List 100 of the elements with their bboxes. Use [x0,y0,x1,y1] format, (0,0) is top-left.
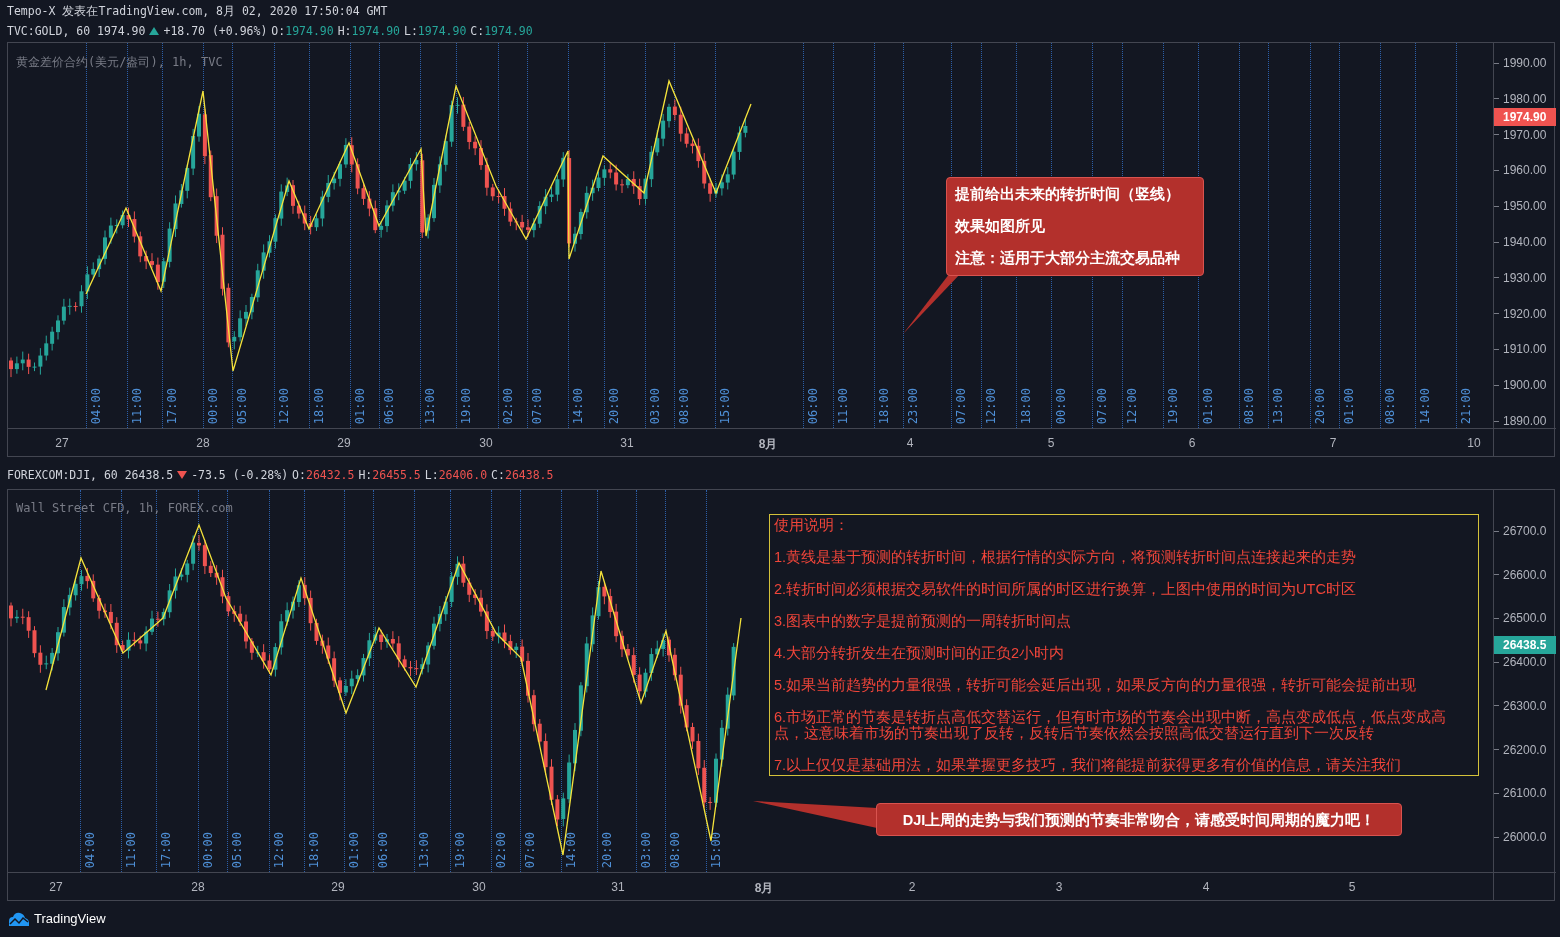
time-label: 20:00 [599,831,614,868]
instruction-text: 5.如果当前趋势的力量很强，转折可能会延后出现，如果反方向的力量很强，转折可能会提前出现 [774,677,1418,693]
price-label: 1940.00 [1494,235,1547,249]
ohlc-label: C: [470,23,485,40]
callout-text: 提前给出未来的转折时间（竖线） [955,185,1181,204]
date-label: 28 [196,436,210,450]
date-label: 8月 [754,880,774,897]
callout-text: 注意：适用于大部分主流交易品种 [955,249,1181,268]
symbol-text: TVC:GOLD, 60 1974.90 [7,23,146,40]
ohlc-value: 1974.90 [351,23,400,40]
price-label: 1900.00 [1494,378,1547,393]
price-label: 26100.0 [1494,786,1547,801]
time-label: 19:00 [458,387,473,424]
ohlc-value: 1974.90 [417,23,467,40]
date-label: 4 [1202,880,1210,894]
price-label: 26700.0 [1494,524,1547,538]
date-label: 8月 [758,436,778,453]
time-label: 18:00 [1018,387,1033,424]
time-label: 13:00 [423,387,438,424]
instruction-text: 7.以上仅仅是基础用法，如果掌握更多技巧，我们将能提前获得更多有价值的信息，请关注我们 [774,757,1403,773]
date-label: 5 [1047,436,1055,450]
chart-title: 黄金差价合约(美元/盎司), 1h, TVC [16,54,223,71]
instruction-text: 1.黄线是基于预测的转折时间，根据行情的实际方向，将预测转折时间点连接起来的走势 [774,549,1358,565]
time-label: 17:00 [164,387,179,424]
time-label: 13:00 [417,831,432,868]
date-label: 7 [1329,436,1337,450]
time-label: 07:00 [523,831,538,868]
ohlc-label: H: [337,23,352,40]
callout-text: 效果如图所见 [955,217,1046,236]
chart-title: Wall Street CFD, 1h, FOREX.com [16,501,233,515]
price-label: 26400.0 [1494,655,1547,670]
time-label: 04:00 [88,387,103,424]
ohlc-label: L: [424,467,439,484]
time-label: 03:00 [647,387,662,424]
price-label: 26200.0 [1494,742,1547,757]
price-label: 26500.0 [1494,611,1547,626]
date-label: 31 [611,880,625,894]
date-label: 29 [331,880,345,894]
time-label: 06:00 [376,831,391,868]
time-label: 06:00 [382,387,397,424]
price-label: 1980.00 [1494,91,1547,106]
time-label: 12:00 [983,387,998,424]
time-label: 01:00 [1200,387,1215,424]
price-label: 1970.00 [1494,127,1547,142]
instruction-text: 6.市场正常的节奏是转折点高低交替运行，但有时市场的节奏会出现中断，高点变成低点，低点变成高点，这意味着市场的节奏出现了反转，反转后节奏依然会按照高低交替运行直到下一次反转 [774,709,1448,741]
date-label: 3 [1055,880,1063,894]
time-label: 20:00 [1312,387,1327,424]
date-label: 31 [620,436,634,450]
date-label: 5 [1348,880,1356,894]
time-label: 04:00 [82,831,97,868]
instruction-text: 3.图表中的数字是提前预测的一周转折时间点 [774,613,1073,629]
last-price-tag: 26438.5 [1494,636,1556,655]
time-label: 00:00 [206,387,220,424]
time-label: 07:00 [530,387,545,424]
time-label: 14:00 [571,387,586,424]
date-label: 6 [1188,436,1196,450]
date-label: 2 [908,880,916,894]
time-label: 00:00 [201,831,215,868]
ohlc-label: O: [292,467,306,484]
time-label: 18:00 [311,387,326,424]
time-label: 12:00 [1124,387,1139,424]
ohlc-label: H: [358,467,373,484]
change-text: +18.70 (+0.96%) [163,23,268,40]
time-label: 17:00 [158,831,173,868]
time-label: 08:00 [677,387,691,424]
time-label: 07:00 [1095,387,1110,424]
ohlc-value: 26438.5 [504,467,554,484]
time-label: 01:00 [1341,387,1356,424]
time-label: 08:00 [668,831,682,868]
time-label: 15:00 [709,831,724,868]
instructions-title: 使用说明： [774,517,850,533]
price-label: 26000.0 [1494,830,1547,844]
ohlc-label: C: [491,467,505,484]
symbol-text: FOREXCOM:DJI, 60 26438.5 [7,467,174,484]
time-label: 20:00 [606,387,621,424]
time-label: 07:00 [954,387,969,424]
time-label: 18:00 [306,831,321,868]
price-label: 26300.0 [1494,698,1547,713]
byline-text: Tempo-X 发表在TradingView.com, 8月 02, 2020 17:50:04 GMT [7,3,389,20]
time-label: 06:00 [806,387,821,424]
time-label: 23:00 [906,387,921,424]
time-label: 02:00 [500,387,515,424]
ohlc-label: O: [271,23,286,40]
callout-text: DJI上周的走势与我们预测的节奏非常吻合，请感受时间周期的魔力吧！ [902,810,1376,830]
time-label: 11:00 [123,831,138,868]
price-label: 26600.0 [1494,567,1547,582]
time-label: 11:00 [835,387,850,424]
instruction-text: 4.大部分转折发生在预测时间的正负2小时内 [774,645,1066,661]
time-label: 21:00 [1459,387,1474,424]
time-label: 01:00 [346,831,361,868]
price-label: 1950.00 [1494,199,1547,214]
time-label: 08:00 [1242,387,1256,424]
date-label: 30 [472,880,486,894]
ohlc-value: 1974.90 [484,23,533,40]
ohlc-value: 26406.0 [438,467,488,484]
time-label: 08:00 [1383,387,1397,424]
price-label: 1910.00 [1494,342,1547,357]
date-label: 27 [49,880,63,894]
time-label: 14:00 [564,831,579,868]
instruction-text: 2.转折时间必须根据交易软件的时间所属的时区进行换算，上图中使用的时间为UTC时区 [774,581,1357,597]
